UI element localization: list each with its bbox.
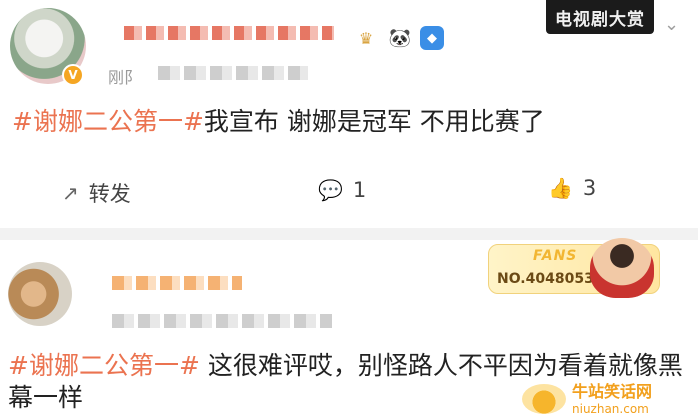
action-bar: ↗ 转发 💬 1 👍 3 bbox=[0, 172, 698, 216]
like-button[interactable]: 👍 3 bbox=[548, 176, 596, 200]
hashtag-link[interactable]: #谢娜二公第一# bbox=[8, 351, 200, 380]
fans-avatar-icon bbox=[590, 238, 654, 298]
hashtag-link[interactable]: #谢娜二公第一# bbox=[12, 107, 204, 136]
repost-icon: ↗ bbox=[62, 181, 79, 205]
blurred-meta bbox=[158, 66, 308, 80]
repost-label: 转发 bbox=[88, 182, 131, 206]
like-icon: 👍 bbox=[548, 176, 573, 200]
comment-button[interactable]: 💬 1 bbox=[318, 178, 366, 202]
award-logo: 电视剧大赏 bbox=[546, 0, 654, 34]
verified-badge-icon: V bbox=[62, 64, 84, 86]
post-content: #谢娜二公第一#我宣布 谢娜是冠军 不用比赛了 bbox=[12, 106, 545, 138]
blurred-username[interactable] bbox=[124, 26, 334, 40]
fans-label: FANS bbox=[533, 248, 578, 264]
gold-badge-icon: ♛ bbox=[358, 28, 374, 48]
avatar[interactable] bbox=[8, 262, 72, 326]
watermark-url: niuzhan.com bbox=[572, 401, 649, 416]
comment-icon: 💬 bbox=[318, 178, 343, 202]
post-card-1: V ♛ 🐼 ◆ 刚阝 电视剧大赏 ⌄ #谢娜二公第一#我宣布 谢娜是冠军 不用比… bbox=[0, 0, 698, 228]
watermark-text: 牛站笑话网 bbox=[572, 381, 653, 401]
comment-count: 1 bbox=[352, 178, 367, 202]
blue-v-icon: ◆ bbox=[420, 26, 444, 50]
post-text: 我宣布 谢娜是冠军 不用比赛了 bbox=[203, 107, 545, 136]
divider bbox=[0, 228, 698, 240]
like-count: 3 bbox=[582, 176, 597, 200]
panda-icon: 🐼 bbox=[388, 27, 412, 49]
fans-number: NO.4048053 bbox=[497, 271, 594, 287]
watermark: 牛站笑话网 niuzhan.com bbox=[522, 380, 698, 418]
blurred-username[interactable] bbox=[112, 276, 242, 290]
repost-button[interactable]: ↗ 转发 bbox=[62, 178, 131, 208]
post-time: 刚阝 bbox=[108, 68, 141, 87]
blurred-meta bbox=[112, 314, 332, 328]
watermark-logo-icon bbox=[522, 384, 566, 414]
chevron-down-icon[interactable]: ⌄ bbox=[664, 14, 679, 35]
